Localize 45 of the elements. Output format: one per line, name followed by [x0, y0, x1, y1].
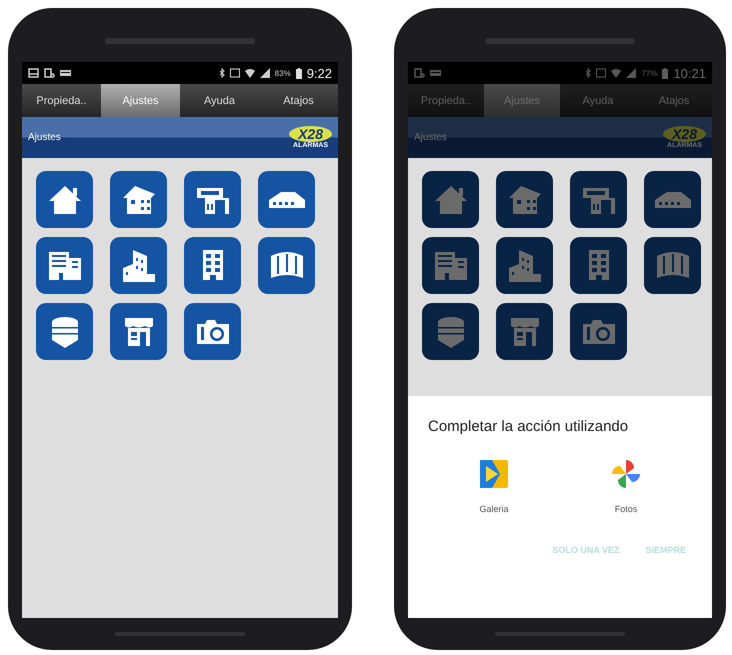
category-tile[interactable]	[422, 303, 479, 360]
battery-percent: 77%	[641, 68, 658, 78]
tab[interactable]: Atajos	[259, 84, 338, 117]
category-tile[interactable]	[110, 303, 167, 360]
tab[interactable]: Propieda..	[22, 84, 101, 117]
battery-icon	[662, 68, 668, 78]
category-tile[interactable]	[644, 171, 701, 228]
bluetooth-icon	[585, 68, 592, 78]
category-tile[interactable]	[258, 171, 315, 228]
bluetooth-icon	[218, 68, 225, 78]
gallery-icon	[478, 458, 510, 490]
category-tile[interactable]	[496, 303, 553, 360]
wifi-icon	[244, 68, 255, 78]
signal-icon	[260, 68, 270, 78]
category-tile[interactable]	[36, 237, 93, 294]
category-tile[interactable]	[184, 303, 241, 360]
category-tile[interactable]	[422, 237, 479, 294]
category-tile[interactable]	[36, 171, 93, 228]
wifi-icon	[611, 68, 622, 78]
category-tile[interactable]	[110, 171, 167, 228]
category-tile[interactable]	[496, 171, 553, 228]
battery-icon	[296, 68, 302, 78]
tab[interactable]: Ayuda	[180, 84, 259, 117]
battery-percent: 83%	[274, 68, 291, 78]
clock-time: 10:21	[673, 66, 706, 80]
dialog-title: Completar la acción utilizando	[428, 418, 630, 435]
app-option[interactable]: Galeria	[472, 457, 516, 515]
tab[interactable]: Ajustes	[101, 84, 180, 117]
category-tile[interactable]	[570, 237, 627, 294]
clock-time: 9:22	[306, 66, 332, 80]
category-tile[interactable]	[570, 171, 627, 228]
category-tile[interactable]	[644, 237, 701, 294]
category-tile[interactable]	[184, 171, 241, 228]
category-tile[interactable]	[496, 237, 553, 294]
category-tile[interactable]	[110, 237, 167, 294]
category-tile[interactable]	[258, 237, 315, 294]
category-tile[interactable]	[422, 171, 479, 228]
signal-icon	[626, 68, 636, 78]
pinwheel-icon	[610, 458, 642, 490]
app-option[interactable]: Fotos	[604, 457, 648, 515]
header-title: Ajustes	[28, 132, 61, 143]
category-tile[interactable]	[184, 237, 241, 294]
category-tile[interactable]	[36, 303, 93, 360]
header-title: Ajustes	[414, 132, 447, 143]
category-tile[interactable]	[570, 303, 627, 360]
